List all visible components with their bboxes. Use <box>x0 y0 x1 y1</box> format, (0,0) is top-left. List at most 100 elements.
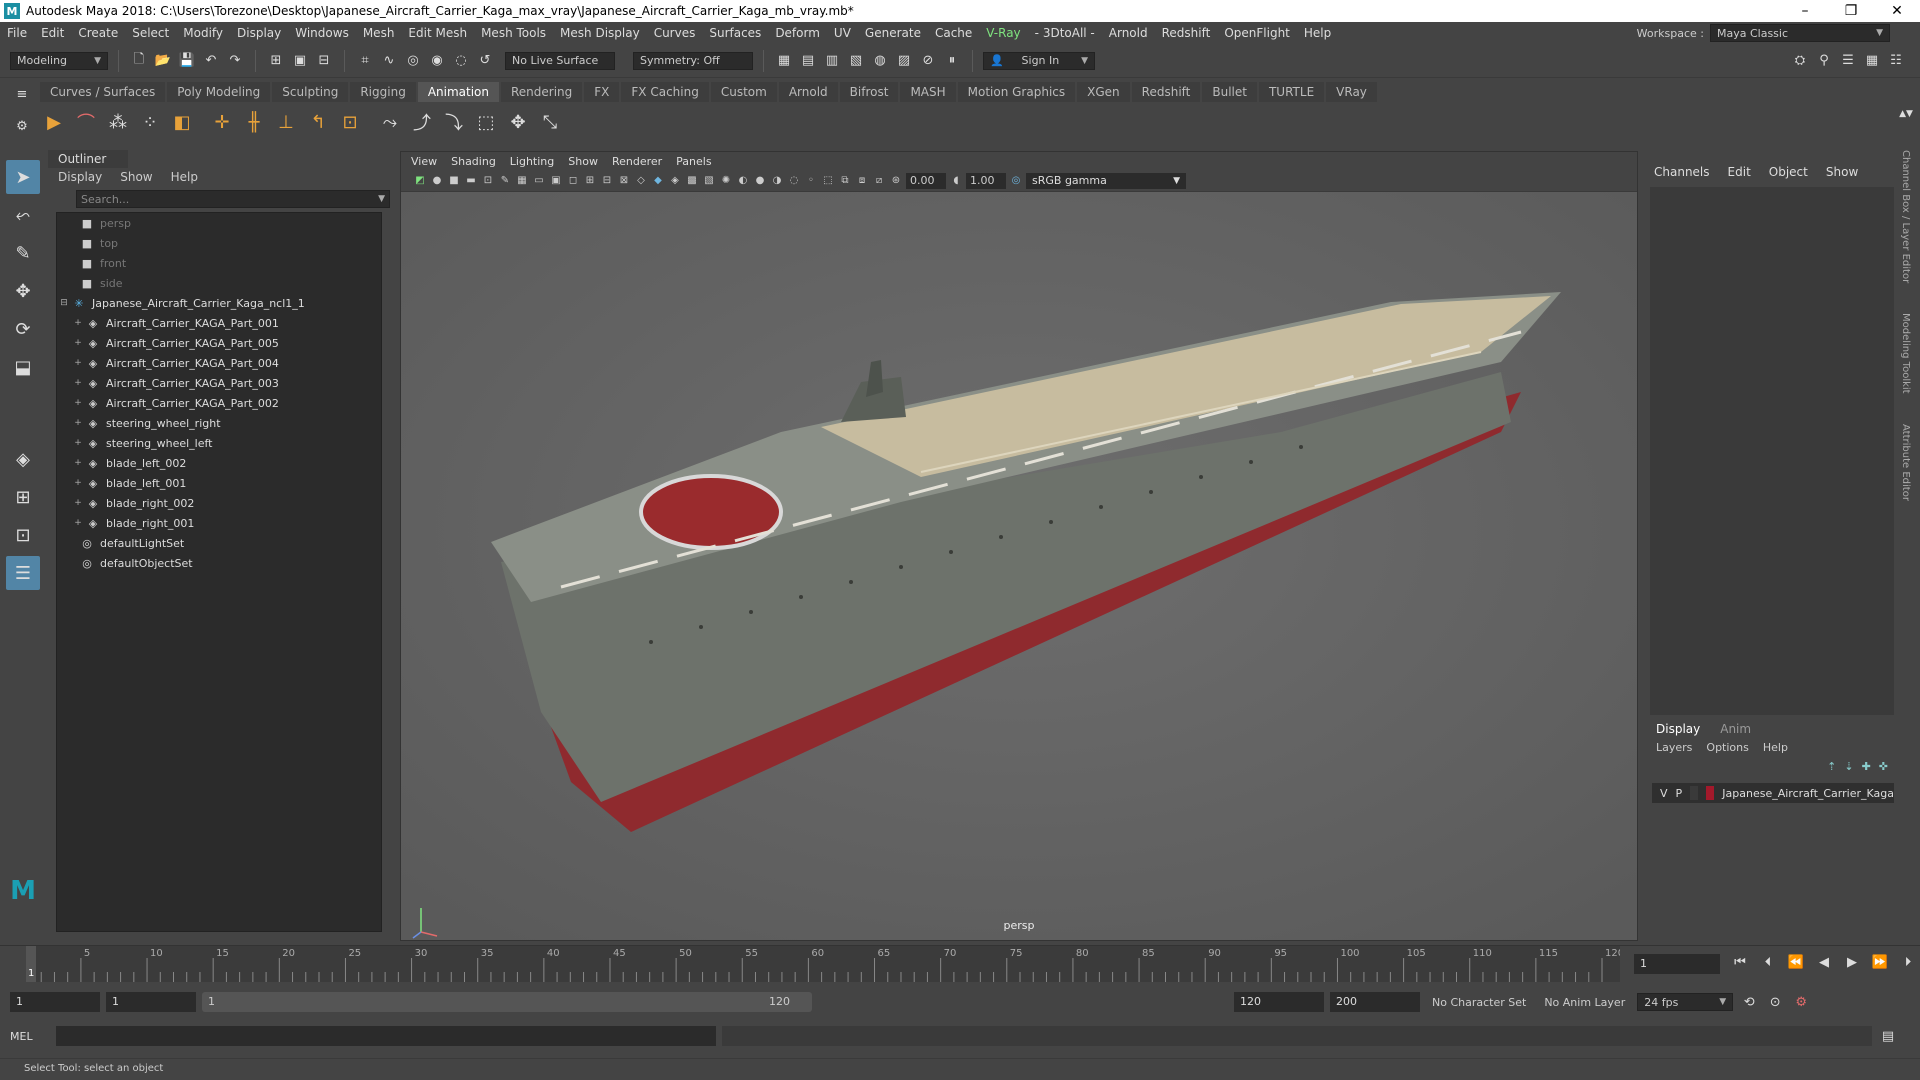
expand-icon[interactable]: + <box>71 458 85 468</box>
orient-constraint-icon[interactable]: ⊡ <box>336 108 364 136</box>
channel-box-icon[interactable]: ☷ <box>1886 51 1906 71</box>
list-item[interactable]: + ◈ Aircraft_Carrier_KAGA_Part_005 <box>57 333 381 353</box>
list-item[interactable]: + ◈ blade_left_002 <box>57 453 381 473</box>
point-constraint-icon[interactable]: ↰ <box>304 108 332 136</box>
menu-surfaces[interactable]: Surfaces <box>702 26 768 40</box>
snap-view-icon[interactable]: ◉ <box>427 51 447 71</box>
backface-icon[interactable]: ⧄ <box>872 174 886 188</box>
select-object-icon[interactable]: ▣ <box>290 51 310 71</box>
select-tool-icon[interactable]: ➤ <box>6 160 40 194</box>
tab-display[interactable]: Display <box>1656 722 1700 736</box>
two-d-pan-icon[interactable]: ⊡ <box>481 174 495 188</box>
lattice-icon[interactable]: ⬚ <box>472 108 500 136</box>
list-item[interactable]: ■ persp <box>57 213 381 233</box>
expand-icon[interactable]: + <box>71 438 85 448</box>
animation-start-field[interactable]: 1 <box>10 992 100 1012</box>
vray-ipr-icon[interactable]: ⊘ <box>918 51 938 71</box>
layer-visibility-toggle[interactable]: V <box>1660 787 1668 800</box>
shelf-tab-poly-modeling[interactable]: Poly Modeling <box>167 82 271 102</box>
shelf-tab-rendering[interactable]: Rendering <box>501 82 583 102</box>
step-forward-frame-icon[interactable]: ⏵ <box>1898 952 1918 972</box>
list-item[interactable]: ◎ defaultObjectSet <box>57 553 381 573</box>
menu-modify[interactable]: Modify <box>176 26 230 40</box>
safe-title-icon[interactable]: ⊠ <box>617 174 631 188</box>
select-hierarchy-icon[interactable]: ⊞ <box>266 51 286 71</box>
isolate-select-icon[interactable]: ⬚ <box>821 174 835 188</box>
menu-mesh[interactable]: Mesh <box>356 26 402 40</box>
motion-blur-icon[interactable]: ◑ <box>770 174 784 188</box>
unghost-icon[interactable]: ⁘ <box>136 108 164 136</box>
expand-icon[interactable]: + <box>71 398 85 408</box>
script-editor-icon[interactable]: ▤ <box>1878 1026 1898 1046</box>
menu-file[interactable]: File <box>0 26 34 40</box>
shelf-tab-sculpting[interactable]: Sculpting <box>272 82 349 102</box>
paint-select-icon[interactable]: ✎ <box>6 236 40 270</box>
menu-deform[interactable]: Deform <box>768 26 827 40</box>
step-back-frame-icon[interactable]: ⏴ <box>1758 952 1778 972</box>
list-item[interactable]: + ◈ blade_right_001 <box>57 513 381 533</box>
cluster-icon[interactable]: ✥ <box>504 108 532 136</box>
shelf-tab-rigging[interactable]: Rigging <box>350 82 416 102</box>
smooth-shade-icon[interactable]: ◆ <box>651 174 665 188</box>
menu-edit[interactable]: Edit <box>34 26 71 40</box>
viewport-canvas[interactable]: persp <box>401 192 1637 940</box>
list-item[interactable]: + ◈ Aircraft_Carrier_KAGA_Part_002 <box>57 393 381 413</box>
image-plane-icon[interactable]: ▬ <box>464 174 478 188</box>
depth-of-field-icon[interactable]: ◦ <box>804 174 818 188</box>
persp-outliner-icon[interactable]: ⊡ <box>6 518 40 552</box>
character-controls-icon[interactable]: ⚲ <box>1814 51 1834 71</box>
rotate-tool-icon[interactable]: ⟳ <box>6 312 40 346</box>
four-view-icon[interactable]: ⊞ <box>6 480 40 514</box>
hypershade-icon[interactable]: ◍ <box>870 51 890 71</box>
use-all-lights-icon[interactable]: ✺ <box>719 174 733 188</box>
pause-icon[interactable]: ⏸ <box>942 51 962 71</box>
live-surface-field[interactable]: No Live Surface <box>505 51 615 70</box>
channel-menu-object[interactable]: Object <box>1769 165 1808 179</box>
expand-icon[interactable]: + <box>71 418 85 428</box>
outliner-menu-help[interactable]: Help <box>171 170 198 184</box>
grease-pencil-icon[interactable]: ✎ <box>498 174 512 188</box>
menu-edit-mesh[interactable]: Edit Mesh <box>401 26 474 40</box>
lasso-tool-icon[interactable]: ⬿ <box>6 198 40 232</box>
play-forwards-icon[interactable]: ▶ <box>1842 952 1862 972</box>
expand-icon[interactable]: + <box>71 338 85 348</box>
camera-attributes-icon[interactable]: ● <box>430 174 444 188</box>
list-item[interactable]: + ◈ Aircraft_Carrier_KAGA_Part_004 <box>57 353 381 373</box>
bookmark-icon[interactable]: ■ <box>447 174 461 188</box>
menu-mesh-display[interactable]: Mesh Display <box>553 26 647 40</box>
layer-playback-toggle[interactable]: P <box>1676 787 1683 800</box>
playback-start-field[interactable]: 1 <box>106 992 196 1012</box>
gate-mask-icon[interactable]: ◻ <box>566 174 580 188</box>
shelf-tab-vray[interactable]: VRay <box>1326 82 1377 102</box>
textured-icon[interactable]: ▩ <box>685 174 699 188</box>
layer-row[interactable]: V P Japanese_Aircraft_Carrier_Kaga <box>1652 783 1894 803</box>
step-back-key-icon[interactable]: ⏪ <box>1786 952 1806 972</box>
menu-3dtoall[interactable]: - 3DtoAll - <box>1028 26 1102 40</box>
shadows-icon[interactable]: ◐ <box>736 174 750 188</box>
menu-generate[interactable]: Generate <box>858 26 928 40</box>
smooth-bind-icon[interactable]: ⤳ <box>376 108 404 136</box>
select-component-icon[interactable]: ⊟ <box>314 51 334 71</box>
new-layer-icon[interactable]: ✚ <box>1862 760 1871 773</box>
playback-end-field[interactable]: 120 <box>1234 992 1324 1012</box>
shelf-tab-custom[interactable]: Custom <box>710 82 777 102</box>
animation-end-field[interactable]: 200 <box>1330 992 1420 1012</box>
snap-curve-icon[interactable]: ∿ <box>379 51 399 71</box>
ghost-icon[interactable]: ⁂ <box>104 108 132 136</box>
menu-create[interactable]: Create <box>71 26 125 40</box>
side-tab-channel-box[interactable]: Channel Box / Layer Editor <box>1900 150 1911 283</box>
open-scene-icon[interactable]: 📂 <box>153 51 173 71</box>
modeling-toolkit-icon[interactable]: ⛭ <box>1790 51 1810 71</box>
sign-in-button[interactable]: 👤 Sign In ▼ <box>983 51 1095 70</box>
layers-menu-layers[interactable]: Layers <box>1656 741 1692 754</box>
render-settings-icon[interactable]: ▧ <box>846 51 866 71</box>
playblast-icon[interactable]: ▶ <box>40 108 68 136</box>
viewport-menu-renderer[interactable]: Renderer <box>612 155 662 168</box>
shelf-scroll-icon[interactable]: ▲▼ <box>1896 104 1916 124</box>
layers-menu-options[interactable]: Options <box>1706 741 1748 754</box>
anti-aliasing-icon[interactable]: ◌ <box>787 174 801 188</box>
ipr-render-icon[interactable]: ▥ <box>822 51 842 71</box>
exposure-icon[interactable]: ⊛ <box>889 174 903 188</box>
snap-grid-icon[interactable]: ⌗ <box>355 51 375 71</box>
list-item[interactable]: + ◈ steering_wheel_right <box>57 413 381 433</box>
